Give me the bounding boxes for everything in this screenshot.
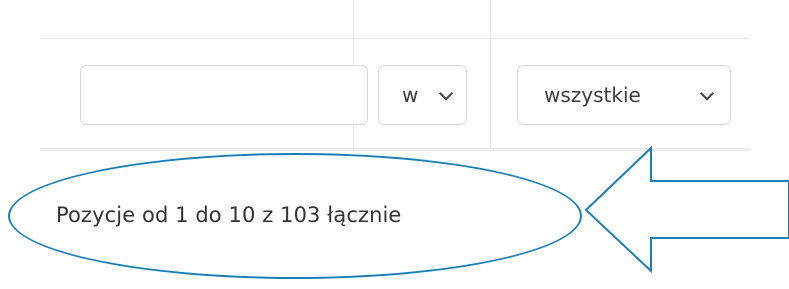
filter-text-input[interactable]: [80, 65, 368, 125]
table-header-divider: [40, 38, 750, 39]
table-entries-info: Pozycje od 1 do 10 z 103 łącznie: [56, 203, 402, 227]
left-arrow-icon: [585, 145, 789, 274]
filter-select-small-value: w: [402, 83, 419, 107]
chevron-down-icon: [699, 86, 715, 101]
chevron-down-icon: [438, 86, 454, 101]
filter-select-small[interactable]: w: [378, 65, 467, 125]
filter-select-large[interactable]: wszystkie: [517, 65, 731, 125]
column-divider: [490, 0, 491, 152]
page: w wszystkie Pozycje od 1 do 10 z 103 łąc…: [0, 0, 789, 289]
table-filter-row: w wszystkie: [40, 0, 750, 152]
filter-select-large-value: wszystkie: [544, 83, 641, 107]
